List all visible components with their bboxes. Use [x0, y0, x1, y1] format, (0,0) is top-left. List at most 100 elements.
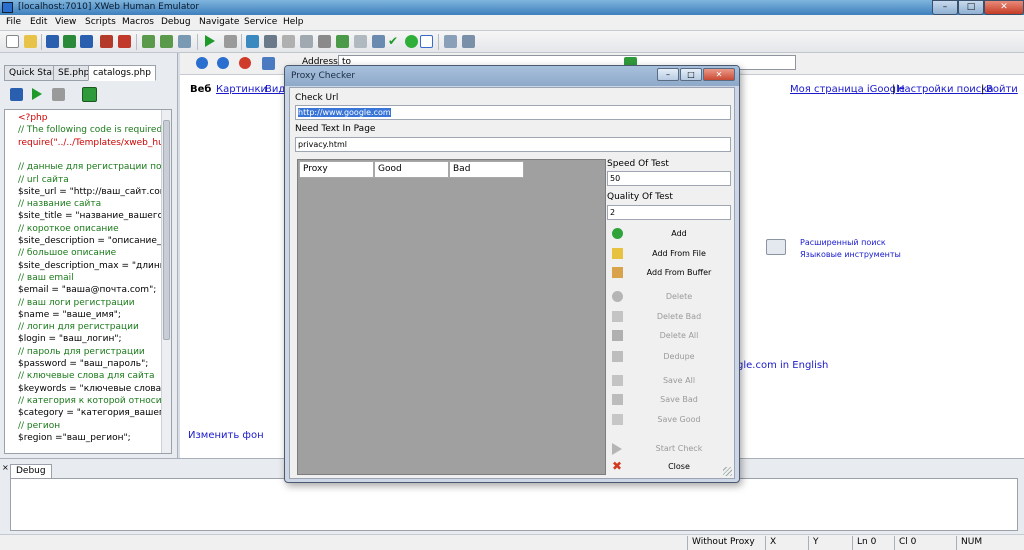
save-script-icon[interactable]: [10, 88, 23, 101]
network-icon[interactable]: [462, 35, 475, 48]
start-check-button[interactable]: Start Check: [606, 440, 734, 458]
change-background-link[interactable]: Изменить фон: [188, 430, 264, 441]
list-icon[interactable]: [264, 35, 277, 48]
english-link[interactable]: gle.com in English: [737, 360, 828, 371]
close-panel-icon[interactable]: ×: [2, 464, 9, 472]
column-bad[interactable]: Bad: [449, 161, 524, 178]
image-icon[interactable]: [336, 35, 349, 48]
dedupe-button[interactable]: Dedupe: [606, 348, 734, 366]
add-from-file-button[interactable]: Add From File: [606, 245, 734, 263]
stop-icon[interactable]: [224, 35, 237, 48]
link-igoogle[interactable]: Моя страница iGoogle: [790, 84, 905, 95]
refresh-icon[interactable]: [262, 57, 275, 70]
stop-script-icon[interactable]: [52, 88, 65, 101]
back-icon[interactable]: [196, 57, 208, 69]
script-icon[interactable]: [142, 35, 155, 48]
link-images[interactable]: Картинки: [216, 84, 267, 95]
column-good[interactable]: Good: [374, 161, 449, 178]
advanced-search-link[interactable]: Расширенный поиск: [800, 238, 886, 247]
link-web[interactable]: Веб: [190, 84, 211, 95]
quality-input[interactable]: 2: [607, 205, 731, 220]
stop-loading-icon[interactable]: [239, 57, 251, 69]
window-icon[interactable]: [420, 35, 433, 48]
new-file-icon[interactable]: [6, 35, 19, 48]
close-window-button[interactable]: ✕: [984, 0, 1024, 15]
run-script-icon[interactable]: [32, 88, 42, 100]
delete-bad-button[interactable]: Delete Bad: [606, 308, 734, 326]
close-dialog-button[interactable]: ✖ Close: [606, 458, 734, 476]
menu-navigate[interactable]: Navigate: [199, 17, 239, 27]
save-all-icon[interactable]: [80, 35, 93, 48]
code-line: // The following code is required: [18, 125, 163, 136]
menu-debug[interactable]: Debug: [161, 17, 191, 27]
save-all-button[interactable]: Save All: [606, 372, 734, 390]
dedupe-icon: [612, 351, 623, 362]
menu-bar: File Edit View Scripts Macros Debug Navi…: [0, 15, 1024, 31]
green-circle-icon[interactable]: [405, 35, 418, 48]
open-folder-icon[interactable]: [24, 35, 37, 48]
link-sign-in[interactable]: Войти: [986, 84, 1018, 95]
table-icon[interactable]: [372, 35, 385, 48]
tab-debug[interactable]: Debug: [10, 464, 52, 479]
menu-help[interactable]: Help: [283, 17, 304, 27]
column-number: Cl 0: [894, 536, 934, 550]
resize-grip[interactable]: [723, 467, 732, 476]
menu-file[interactable]: File: [6, 17, 21, 27]
forward-icon[interactable]: [217, 57, 229, 69]
close-file-icon[interactable]: [100, 35, 113, 48]
run-icon[interactable]: [205, 35, 215, 47]
delete-all-button[interactable]: Delete All: [606, 327, 734, 345]
clipboard-icon: [612, 267, 623, 278]
delete-bad-icon: [612, 311, 623, 322]
delete-label: Delete: [665, 292, 693, 301]
macro-icon[interactable]: [160, 35, 173, 48]
save-as-icon[interactable]: [63, 35, 76, 48]
add-from-buffer-button[interactable]: Add From Buffer: [606, 264, 734, 282]
code-scrollbar[interactable]: [161, 110, 171, 453]
code-line: // ваш логи регистрации: [18, 297, 135, 308]
dialog-minimize-button[interactable]: –: [657, 68, 679, 81]
minimize-button[interactable]: –: [932, 0, 958, 15]
need-text-input[interactable]: privacy.html: [295, 137, 731, 152]
dialog-close-button[interactable]: ✕: [703, 68, 735, 81]
debug-output[interactable]: [10, 478, 1018, 531]
code-line: $password = "ваш_пароль";: [18, 359, 149, 369]
menu-edit[interactable]: Edit: [30, 17, 47, 27]
link-search-settings[interactable]: Настройки поиска: [897, 84, 993, 95]
add-from-file-label: Add From File: [652, 249, 706, 258]
menu-service[interactable]: Service: [244, 17, 277, 27]
code-line: // ваш email: [18, 272, 74, 283]
menu-view[interactable]: View: [55, 17, 76, 27]
keyboard-icon[interactable]: [766, 239, 786, 255]
link-icon[interactable]: [318, 35, 331, 48]
language-tools-link[interactable]: Языковые инструменты: [800, 250, 901, 259]
dialog-titlebar[interactable]: Proxy Checker – □ ✕: [285, 66, 739, 86]
paste-icon[interactable]: [300, 35, 313, 48]
dialog-maximize-button[interactable]: □: [680, 68, 702, 81]
settings-icon[interactable]: [178, 35, 191, 48]
delete-file-icon[interactable]: [118, 35, 131, 48]
link-video[interactable]: Вид: [265, 84, 285, 95]
tab-catalogs-php[interactable]: catalogs.php: [88, 65, 156, 81]
menu-scripts[interactable]: Scripts: [85, 17, 116, 27]
speed-input[interactable]: 50: [607, 171, 731, 186]
maximize-button[interactable]: □: [958, 0, 984, 15]
column-proxy[interactable]: Proxy: [299, 161, 374, 178]
save-good-button[interactable]: Save Good: [606, 411, 734, 429]
proxy-grid[interactable]: Proxy Good Bad: [297, 159, 606, 475]
menu-macros[interactable]: Macros: [122, 17, 154, 27]
edit-icon[interactable]: [246, 35, 259, 48]
execute-icon[interactable]: [82, 87, 97, 102]
proxy-status: Without Proxy: [687, 536, 765, 550]
code-editor[interactable]: <?php // The following code is required re…: [4, 109, 172, 454]
check-icon[interactable]: ✔: [388, 35, 401, 48]
delete-button[interactable]: Delete: [606, 288, 734, 306]
save-icon[interactable]: [46, 35, 59, 48]
check-url-input[interactable]: http://www.google.com: [295, 105, 731, 120]
copy-icon[interactable]: [282, 35, 295, 48]
scroll-thumb[interactable]: [163, 120, 170, 340]
form-icon[interactable]: [354, 35, 367, 48]
proxy-icon[interactable]: [444, 35, 457, 48]
save-bad-button[interactable]: Save Bad: [606, 391, 734, 409]
add-button[interactable]: Add: [606, 225, 734, 243]
